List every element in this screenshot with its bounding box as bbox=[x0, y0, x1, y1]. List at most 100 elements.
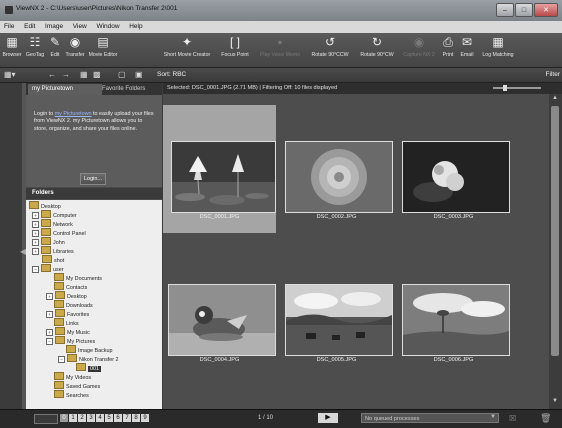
thumbnail-cell[interactable]: DSC_0005.JPG bbox=[280, 248, 393, 376]
image-viewer-icon[interactable]: ▢ bbox=[118, 70, 126, 80]
tree-item-downloads[interactable]: Downloads bbox=[54, 300, 93, 309]
zoom-slider-track[interactable] bbox=[493, 87, 541, 89]
thumbnail-cell[interactable]: DSC_0003.JPG bbox=[397, 105, 510, 233]
tree-item-libraries[interactable]: + Libraries bbox=[32, 246, 74, 255]
collapse-icon[interactable]: – bbox=[58, 356, 65, 363]
menu-view[interactable]: View bbox=[69, 21, 91, 30]
tree-item-links[interactable]: Links bbox=[54, 318, 79, 327]
collapse-icon[interactable]: – bbox=[46, 338, 53, 345]
tree-item-my-documents[interactable]: My Documents bbox=[54, 273, 102, 282]
tree-item-shot[interactable]: shot bbox=[42, 255, 64, 264]
transfer-button[interactable]: ◉ Transfer bbox=[64, 35, 86, 58]
print-button[interactable]: ⎙ Print bbox=[440, 35, 456, 58]
edit-button[interactable]: ✎ Edit bbox=[48, 35, 62, 58]
filter-toggle[interactable]: Filter bbox=[546, 71, 560, 78]
thumbnail-cell[interactable]: DSC_0004.JPG bbox=[163, 248, 276, 376]
geotag-button[interactable]: ☷ GeoTag bbox=[24, 35, 46, 58]
chevron-down-icon[interactable]: ▼ bbox=[490, 414, 496, 420]
back-arrow-icon[interactable]: ← bbox=[48, 70, 56, 80]
movie-editor-button[interactable]: ▤ Movie Editor bbox=[88, 35, 118, 58]
login-button[interactable]: Login... bbox=[80, 173, 106, 185]
rotate-cw-button[interactable]: ↻ Rotate 90°CW bbox=[355, 35, 399, 58]
menu-image[interactable]: Image bbox=[41, 21, 67, 30]
rating-9[interactable]: 9 bbox=[141, 414, 149, 422]
play-voice-memo-button[interactable]: ▪ Play Voice Memo bbox=[255, 35, 305, 58]
rating-7[interactable]: 7 bbox=[123, 414, 131, 422]
tree-item-network[interactable]: + Network bbox=[32, 219, 73, 228]
tree-item-user[interactable]: – user bbox=[32, 264, 64, 273]
rating-0[interactable]: 0 bbox=[60, 414, 68, 422]
menu-help[interactable]: Help bbox=[125, 21, 146, 30]
expand-icon[interactable]: + bbox=[32, 221, 39, 228]
folders-header: Folders bbox=[26, 188, 162, 199]
tab-favorite-folders[interactable]: Favorite Folders bbox=[98, 84, 164, 95]
rating-1[interactable]: 1 bbox=[69, 414, 77, 422]
tree-item-001[interactable]: 001 bbox=[76, 363, 101, 372]
tree-item-contacts[interactable]: Contacts bbox=[54, 282, 87, 291]
expand-icon[interactable]: + bbox=[32, 230, 39, 237]
expand-icon[interactable]: + bbox=[32, 239, 39, 246]
tab-my-picturetown[interactable]: my Picturetown bbox=[28, 84, 102, 95]
email-button[interactable]: ✉ Email bbox=[458, 35, 476, 58]
grid-view-icon[interactable]: ▦▾ bbox=[4, 70, 16, 80]
short-movie-button[interactable]: ✦ Short Movie Creator bbox=[158, 35, 216, 58]
scroll-up-icon[interactable]: ▲ bbox=[552, 95, 558, 101]
tree-item-searches[interactable]: Searches bbox=[54, 390, 89, 399]
minimize-button[interactable]: – bbox=[496, 3, 514, 17]
tree-item-image-backup[interactable]: Image Backup bbox=[66, 345, 112, 354]
full-screen-icon[interactable]: ▣ bbox=[135, 70, 143, 80]
expand-icon[interactable]: + bbox=[46, 293, 53, 300]
tree-item-saved-games[interactable]: Saved Games bbox=[54, 381, 100, 390]
tree-item-desktop-user[interactable]: + Desktop bbox=[46, 291, 87, 300]
capture-nx2-button[interactable]: ◉ Capture NX 2 bbox=[400, 35, 438, 58]
browser-button[interactable]: ▦ Browser bbox=[2, 35, 22, 58]
tree-item-my-videos[interactable]: My Videos bbox=[54, 372, 91, 381]
trash-icon[interactable]: 🗑 bbox=[540, 413, 551, 424]
tree-item-john[interactable]: + John bbox=[32, 237, 65, 246]
menu-window[interactable]: Window bbox=[92, 21, 123, 30]
thumbnail-cell[interactable]: DSC_0001.JPG bbox=[163, 105, 276, 233]
tree-item-computer[interactable]: + Computer bbox=[32, 210, 77, 219]
thumbnail-cell[interactable]: DSC_0006.JPG bbox=[397, 248, 510, 376]
tree-item-nikon-transfer-2[interactable]: – Nikon Transfer 2 bbox=[58, 354, 119, 363]
rating-3[interactable]: 3 bbox=[87, 414, 95, 422]
picturetown-link[interactable]: my Picturetown bbox=[55, 111, 92, 117]
rotate-ccw-button[interactable]: ↺ Rotate 90°CCW bbox=[307, 35, 353, 58]
collapse-icon[interactable]: – bbox=[32, 266, 39, 273]
camera-icon: ◉ bbox=[69, 35, 81, 49]
expand-icon[interactable]: + bbox=[32, 248, 39, 255]
close-button[interactable]: ✕ bbox=[534, 3, 558, 17]
rating-2[interactable]: 2 bbox=[78, 414, 86, 422]
zoom-slider-handle[interactable] bbox=[503, 85, 507, 91]
slideshow-play-button[interactable]: ▶ bbox=[318, 413, 338, 423]
log-matching-button[interactable]: ▦ Log Matching bbox=[478, 35, 518, 58]
forward-arrow-icon[interactable]: → bbox=[62, 70, 70, 80]
cancel-queue-icon[interactable]: ☒ bbox=[509, 414, 516, 423]
tree-item-my-music[interactable]: + My Music bbox=[46, 327, 90, 336]
queue-status-dropdown[interactable]: No queued processes bbox=[361, 413, 499, 423]
rating-5[interactable]: 5 bbox=[105, 414, 113, 422]
tree-item-favorites[interactable]: + Favorites bbox=[46, 309, 89, 318]
tree-item-desktop[interactable]: Desktop bbox=[29, 201, 61, 210]
rating-4[interactable]: 4 bbox=[96, 414, 104, 422]
thumbnail-image bbox=[168, 284, 276, 356]
menu-edit[interactable]: Edit bbox=[20, 21, 39, 30]
rating-6[interactable]: 6 bbox=[114, 414, 122, 422]
menu-file[interactable]: File bbox=[0, 21, 18, 30]
thumbnail-grid-icon[interactable]: ▦ bbox=[80, 70, 88, 80]
expand-icon[interactable]: + bbox=[46, 311, 53, 318]
thumbnail-cell[interactable]: DSC_0002.JPG bbox=[280, 105, 393, 233]
thumbnail-size-icon[interactable]: ▩ bbox=[93, 70, 101, 80]
label-selector[interactable] bbox=[34, 414, 58, 424]
tree-item-control-panel[interactable]: + Control Panel bbox=[32, 228, 86, 237]
rating-8[interactable]: 8 bbox=[132, 414, 140, 422]
tree-item-my-pictures[interactable]: – My Pictures bbox=[46, 336, 95, 345]
maximize-button[interactable]: □ bbox=[515, 3, 533, 17]
expand-icon[interactable]: + bbox=[46, 329, 53, 336]
vertical-scrollbar[interactable]: ▲ ▼ bbox=[549, 94, 562, 409]
expand-icon[interactable]: + bbox=[32, 212, 39, 219]
scroll-down-icon[interactable]: ▼ bbox=[552, 398, 558, 404]
focus-point-button[interactable]: [ ] Focus Point bbox=[217, 35, 253, 58]
scroll-thumb[interactable] bbox=[551, 106, 559, 356]
sort-selector[interactable]: Sort: RBC bbox=[157, 71, 186, 78]
